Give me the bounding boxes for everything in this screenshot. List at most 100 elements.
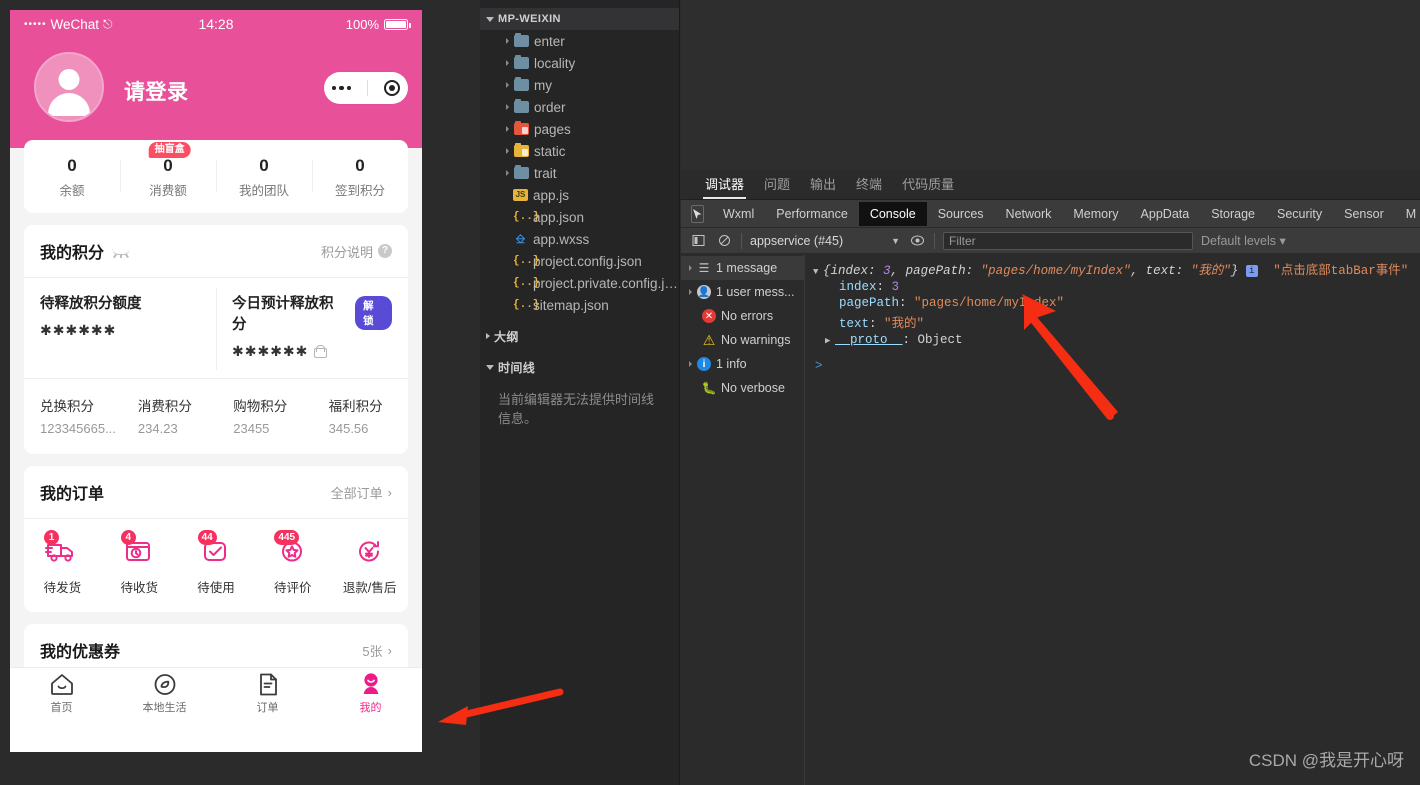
tree-item-project-private-config[interactable]: {..} project.private.config.js...	[480, 272, 679, 294]
chevron-down-icon[interactable]: ▼	[891, 236, 900, 246]
tree-item-project-config[interactable]: {..} project.config.json	[480, 250, 679, 272]
sidebar-toggle-icon[interactable]	[689, 232, 707, 250]
close-circle-icon[interactable]	[384, 80, 401, 96]
chevron-down-icon[interactable]	[486, 16, 494, 22]
stat-item[interactable]: 0 我的团队	[216, 156, 312, 199]
css-file-icon: ⎒	[515, 231, 526, 246]
chevron-right-icon[interactable]	[486, 333, 490, 339]
tab-more[interactable]: M	[1395, 202, 1420, 226]
console-context-select[interactable]: appservice (#45) ▼	[750, 234, 900, 248]
console-filter-errors[interactable]: ✕ No errors	[681, 304, 804, 328]
tree-item-static[interactable]: static	[480, 140, 679, 162]
coupon-count-link[interactable]: 5张 ›	[362, 641, 392, 660]
filter-input[interactable]: Filter	[943, 231, 1193, 250]
stat-label: 我的团队	[238, 184, 289, 198]
tree-item-app-json[interactable]: {..} app.json	[480, 206, 679, 228]
login-prompt[interactable]: 请登录	[124, 76, 189, 106]
chevron-right-icon[interactable]	[506, 148, 509, 154]
cursor-select-icon[interactable]	[691, 204, 704, 223]
tab-sources[interactable]: Sources	[927, 202, 995, 226]
tree-item-my[interactable]: my	[480, 74, 679, 96]
tab-storage[interactable]: Storage	[1200, 202, 1266, 226]
stat-item[interactable]: 0 余额	[24, 156, 120, 199]
info-chip-icon[interactable]: i	[1245, 265, 1258, 277]
tab-wxml[interactable]: Wxml	[712, 202, 765, 226]
console-toolbar: appservice (#45) ▼ Filter Default levels…	[681, 228, 1420, 254]
breakdown-item[interactable]: 消费积分 234.23	[122, 395, 217, 436]
console-filter-info[interactable]: i 1 info	[681, 352, 804, 376]
order-status-refund[interactable]: 退款/售后	[331, 537, 408, 596]
chevron-right-icon[interactable]	[506, 82, 509, 88]
chevron-right-icon[interactable]	[689, 265, 692, 271]
tree-item-sitemap-json[interactable]: {..} sitemap.json	[480, 294, 679, 316]
question-mark-icon[interactable]: ?	[378, 244, 392, 258]
tree-item-trait[interactable]: trait	[480, 162, 679, 184]
chevron-right-icon[interactable]	[506, 126, 509, 132]
chevron-right-icon[interactable]	[689, 361, 692, 367]
console-filter-messages[interactable]: ☰ 1 message	[681, 256, 804, 280]
eye-icon[interactable]	[908, 232, 926, 250]
console-log-summary[interactable]: ▼ {index: 3, pagePath: "pages/home/myInde…	[805, 258, 1420, 279]
console-prompt[interactable]: >	[805, 358, 1420, 374]
tree-item-enter[interactable]: enter	[480, 30, 679, 52]
outline-section[interactable]: 大纲	[480, 325, 679, 347]
tab-console[interactable]: Console	[858, 201, 927, 226]
points-help-link[interactable]: 积分说明 ?	[321, 242, 392, 261]
eye-off-icon[interactable]	[112, 245, 131, 259]
tab-sensor[interactable]: Sensor	[1333, 202, 1395, 226]
more-menu-icon[interactable]	[331, 85, 352, 91]
explorer-root-section[interactable]: MP-WEIXIN	[480, 8, 679, 30]
chevron-right-icon[interactable]	[506, 60, 509, 66]
stat-item[interactable]: 抽盲盒 0 消费额	[120, 142, 216, 199]
tab-appdata[interactable]: AppData	[1130, 202, 1201, 226]
tabbar-item-home[interactable]: 首页	[10, 672, 113, 715]
blindbox-badge[interactable]: 抽盲盒	[148, 142, 191, 158]
tab-memory[interactable]: Memory	[1062, 202, 1129, 226]
panel-tab-debugger[interactable]: 调试器	[695, 174, 754, 199]
order-status-pending-ship[interactable]: 1 待发货	[24, 530, 101, 596]
today-points-label: 今日预计释放积分	[232, 296, 334, 333]
tree-item-app-wxss[interactable]: ⎒ app.wxss	[480, 228, 679, 250]
console-log-row-proto[interactable]: ▶ __proto__: Object	[805, 332, 1420, 348]
avatar[interactable]	[34, 52, 104, 122]
breakdown-item[interactable]: 购物积分 23455	[217, 395, 312, 436]
log-levels-select[interactable]: Default levels ▾	[1201, 233, 1286, 248]
panel-tab-problems[interactable]: 问题	[754, 174, 800, 199]
order-status-pending-review[interactable]: 445 待评价	[254, 530, 331, 596]
breakdown-item[interactable]: 兑换积分 123345665...	[24, 395, 122, 436]
all-orders-link[interactable]: 全部订单 ›	[331, 483, 392, 502]
order-status-pending-receive[interactable]: 4 待收货	[101, 530, 178, 596]
person-icon: 👤	[697, 285, 711, 299]
tree-item-locality[interactable]: locality	[480, 52, 679, 74]
tab-network[interactable]: Network	[995, 202, 1063, 226]
tabbar-item-local[interactable]: 本地生活	[113, 672, 216, 715]
order-status-pending-use[interactable]: 44 待使用	[178, 530, 255, 596]
chevron-right-icon[interactable]	[506, 170, 509, 176]
stat-item[interactable]: 0 签到积分	[312, 156, 408, 199]
tab-performance[interactable]: Performance	[765, 202, 859, 226]
console-filter-verbose[interactable]: 🐛 No verbose	[681, 376, 804, 400]
chevron-right-icon[interactable]	[689, 289, 692, 295]
tabbar-item-mine[interactable]: 我的	[319, 672, 422, 715]
expand-triangle-icon[interactable]: ▼	[813, 267, 823, 277]
timeline-section[interactable]: 时间线	[480, 356, 679, 378]
tree-item-app-js[interactable]: JS app.js	[480, 184, 679, 206]
panel-tab-output[interactable]: 输出	[800, 174, 846, 199]
tab-security[interactable]: Security	[1266, 202, 1333, 226]
tree-item-pages[interactable]: pages	[480, 118, 679, 140]
console-filter-user-messages[interactable]: 👤 1 user mess...	[681, 280, 804, 304]
panel-tab-terminal[interactable]: 终端	[846, 174, 892, 199]
unlock-pill[interactable]: 解锁	[355, 296, 392, 330]
chevron-right-icon[interactable]	[506, 104, 509, 110]
clear-console-icon[interactable]	[715, 232, 733, 250]
tree-item-order[interactable]: order	[480, 96, 679, 118]
expand-triangle-icon[interactable]: ▶	[825, 336, 835, 346]
chevron-down-icon[interactable]	[486, 364, 494, 370]
tabbar-item-orders[interactable]: 订单	[216, 672, 319, 715]
points-breakdown: 兑换积分 123345665... 消费积分 234.23 购物积分 23455…	[24, 379, 408, 454]
breakdown-item[interactable]: 福利积分 345.56	[313, 395, 408, 436]
panel-tab-code-quality[interactable]: 代码质量	[892, 174, 964, 199]
console-filter-warnings[interactable]: ⚠ No warnings	[681, 328, 804, 352]
capsule-menu[interactable]	[324, 72, 408, 104]
chevron-right-icon[interactable]	[506, 38, 509, 44]
